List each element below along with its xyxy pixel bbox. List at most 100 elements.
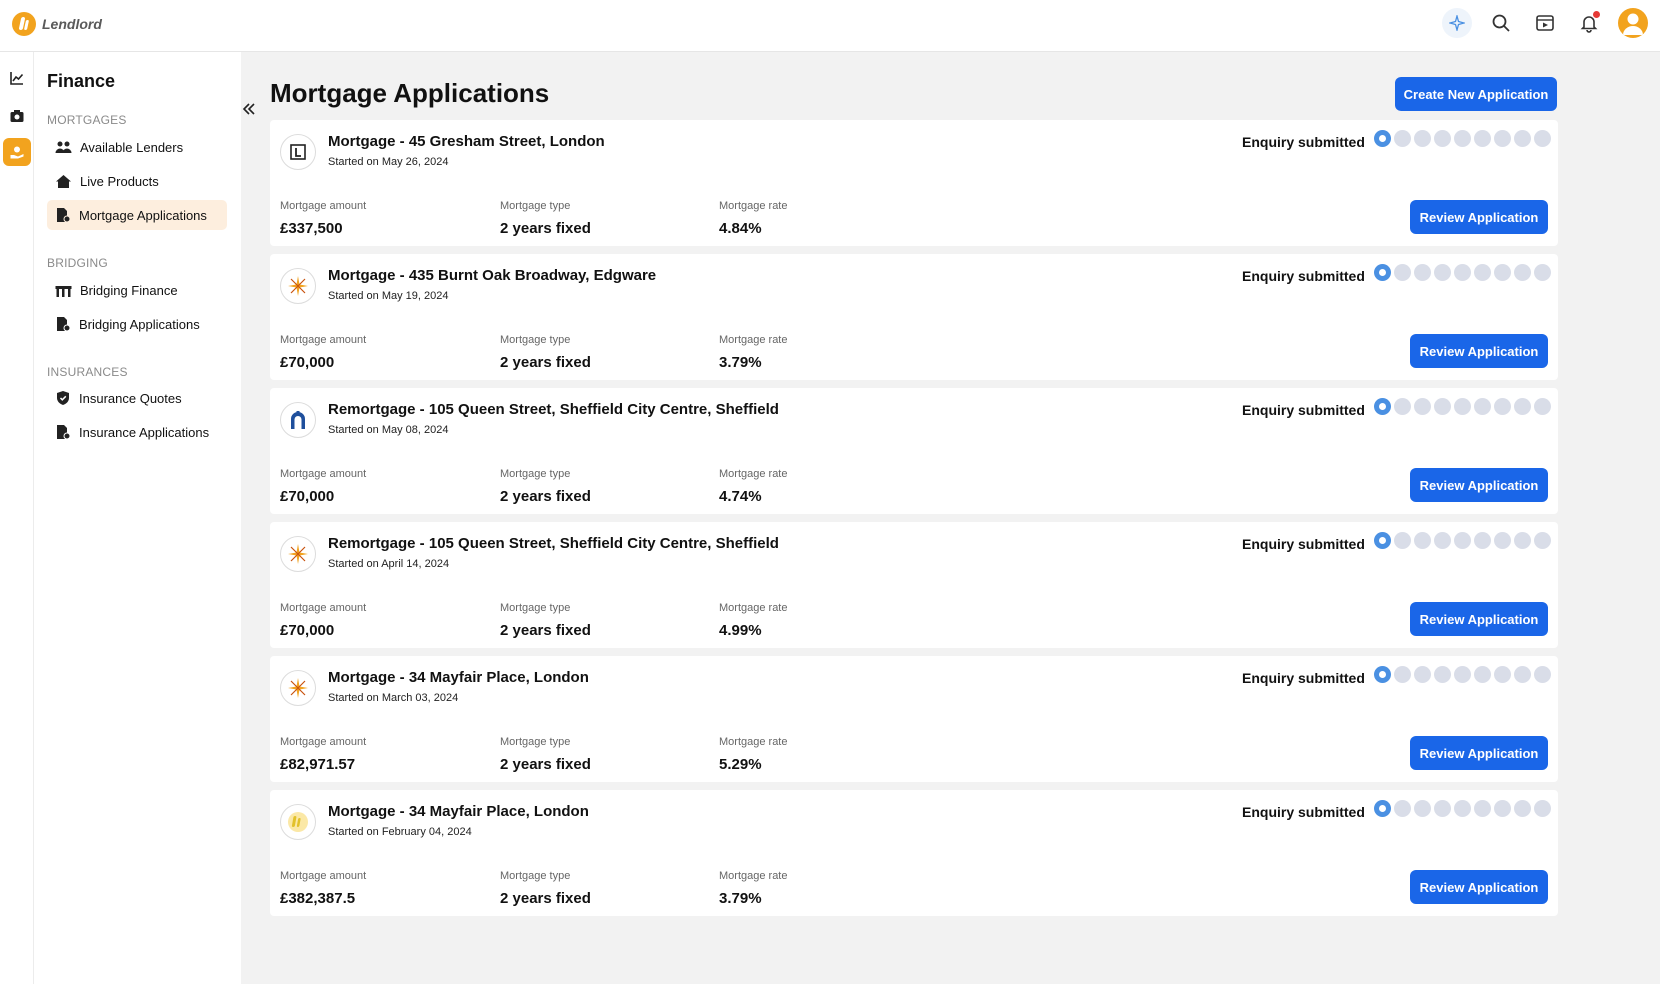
field-value: £70,000 (280, 354, 335, 371)
finance-hand-icon[interactable] (3, 138, 31, 166)
collapse-sidebar-icon[interactable] (240, 100, 258, 118)
application-card: Mortgage - 45 Gresham Street, London Star… (270, 120, 1558, 246)
progress-step-dot (1514, 130, 1531, 147)
progress-step-dot (1514, 398, 1531, 415)
avatar[interactable] (1618, 8, 1648, 38)
progress-step-dot (1474, 532, 1491, 549)
application-title: Remortgage - 105 Queen Street, Sheffield… (328, 535, 779, 552)
application-title: Mortgage - 45 Gresham Street, London (328, 133, 605, 150)
progress-steps (1374, 130, 1551, 147)
field-value: £70,000 (280, 622, 335, 639)
review-application-button[interactable]: Review Application (1410, 870, 1548, 904)
progress-step-dot (1434, 666, 1451, 683)
progress-step-dot (1394, 130, 1411, 147)
progress-step-dot (1434, 264, 1451, 281)
progress-step-dot (1494, 398, 1511, 415)
progress-step-dot (1394, 532, 1411, 549)
progress-step-dot (1454, 130, 1471, 147)
field-value: £70,000 (280, 488, 335, 505)
progress-step-dot (1374, 264, 1391, 281)
field-label: Mortgage amount (280, 334, 367, 346)
field-label: Mortgage amount (280, 602, 367, 614)
progress-step-dot (1534, 398, 1551, 415)
search-icon[interactable] (1486, 8, 1516, 38)
progress-step-dot (1494, 800, 1511, 817)
progress-step-dot (1454, 398, 1471, 415)
field-rate: Mortgage rate 4.99% (719, 602, 787, 639)
field-amount: Mortgage amount £382,387.5 (280, 870, 366, 907)
field-value: 2 years fixed (500, 488, 591, 505)
application-status: Enquiry submitted (1242, 268, 1365, 284)
review-application-button[interactable]: Review Application (1410, 334, 1548, 368)
sidebar: Finance MORTGAGES Available Lenders Live… (34, 52, 241, 984)
sidebar-item-available-lenders[interactable]: Available Lenders (47, 132, 227, 162)
progress-step-dot (1374, 666, 1391, 683)
lendlord-logo-icon (12, 12, 36, 36)
progress-steps (1374, 532, 1551, 549)
video-icon[interactable] (1530, 8, 1560, 38)
progress-step-dot (1494, 264, 1511, 281)
progress-step-dot (1534, 264, 1551, 281)
review-application-button[interactable]: Review Application (1410, 736, 1548, 770)
field-type: Mortgage type 2 years fixed (500, 334, 591, 371)
field-label: Mortgage rate (719, 334, 788, 346)
field-amount: Mortgage amount £82,971.57 (280, 736, 366, 773)
field-rate: Mortgage rate 5.29% (719, 736, 787, 773)
top-bar: Lendlord (0, 0, 1660, 52)
field-label: Mortgage rate (719, 736, 788, 748)
progress-step-dot (1434, 532, 1451, 549)
sidebar-item-label: Available Lenders (80, 139, 184, 155)
sidebar-item-mortgage-applications[interactable]: Mortgage Applications (47, 200, 227, 230)
review-application-button[interactable]: Review Application (1410, 602, 1548, 636)
application-status: Enquiry submitted (1242, 804, 1365, 820)
field-value: 2 years fixed (500, 756, 591, 773)
sidebar-item-label: Live Products (80, 173, 159, 189)
field-value: 2 years fixed (500, 890, 591, 907)
field-label: Mortgage rate (719, 602, 788, 614)
sidebar-item-live-products[interactable]: Live Products (47, 166, 227, 196)
field-value: 3.79% (719, 354, 762, 371)
app-logo[interactable]: Lendlord (12, 12, 102, 36)
review-application-button[interactable]: Review Application (1410, 468, 1548, 502)
sidebar-item-bridging-applications[interactable]: Bridging Applications (47, 309, 227, 339)
application-card: Remortgage - 105 Queen Street, Sheffield… (270, 388, 1558, 514)
field-label: Mortgage rate (719, 870, 788, 882)
progress-step-dot (1374, 398, 1391, 415)
sidebar-item-label: Bridging Applications (79, 316, 200, 332)
field-value: 4.74% (719, 488, 762, 505)
bell-icon[interactable] (1574, 8, 1604, 38)
ai-sparkle-icon[interactable] (1442, 8, 1472, 38)
application-status: Enquiry submitted (1242, 670, 1365, 686)
progress-step-dot (1454, 264, 1471, 281)
progress-step-dot (1434, 398, 1451, 415)
progress-step-dot (1494, 666, 1511, 683)
progress-step-dot (1534, 532, 1551, 549)
sidebar-item-insurance-quotes[interactable]: Insurance Quotes (47, 383, 227, 413)
progress-step-dot (1414, 666, 1431, 683)
progress-step-dot (1474, 666, 1491, 683)
progress-step-dot (1494, 532, 1511, 549)
application-started-date: Started on May 19, 2024 (328, 290, 449, 302)
progress-step-dot (1414, 130, 1431, 147)
sidebar-item-insurance-applications[interactable]: Insurance Applications (47, 417, 227, 447)
sidebar-item-bridging-finance[interactable]: Bridging Finance (47, 275, 227, 305)
progress-step-dot (1394, 264, 1411, 281)
application-started-date: Started on April 14, 2024 (328, 558, 450, 570)
notification-dot (1593, 11, 1600, 18)
star-burst-icon (280, 670, 316, 706)
progress-step-dot (1454, 800, 1471, 817)
application-started-date: Started on May 26, 2024 (328, 156, 449, 168)
progress-step-dot (1394, 666, 1411, 683)
camera-icon[interactable] (3, 102, 31, 130)
field-value: 3.79% (719, 890, 762, 907)
section-insurances: INSURANCES (47, 365, 128, 379)
progress-step-dot (1534, 130, 1551, 147)
left-rail (0, 52, 34, 984)
users-icon (55, 141, 72, 153)
field-value: £382,387.5 (280, 890, 356, 907)
star-burst-icon (280, 536, 316, 572)
create-new-application-button[interactable]: Create New Application (1395, 77, 1557, 111)
field-label: Mortgage type (500, 870, 571, 882)
review-application-button[interactable]: Review Application (1410, 200, 1548, 234)
chart-icon[interactable] (3, 64, 31, 92)
